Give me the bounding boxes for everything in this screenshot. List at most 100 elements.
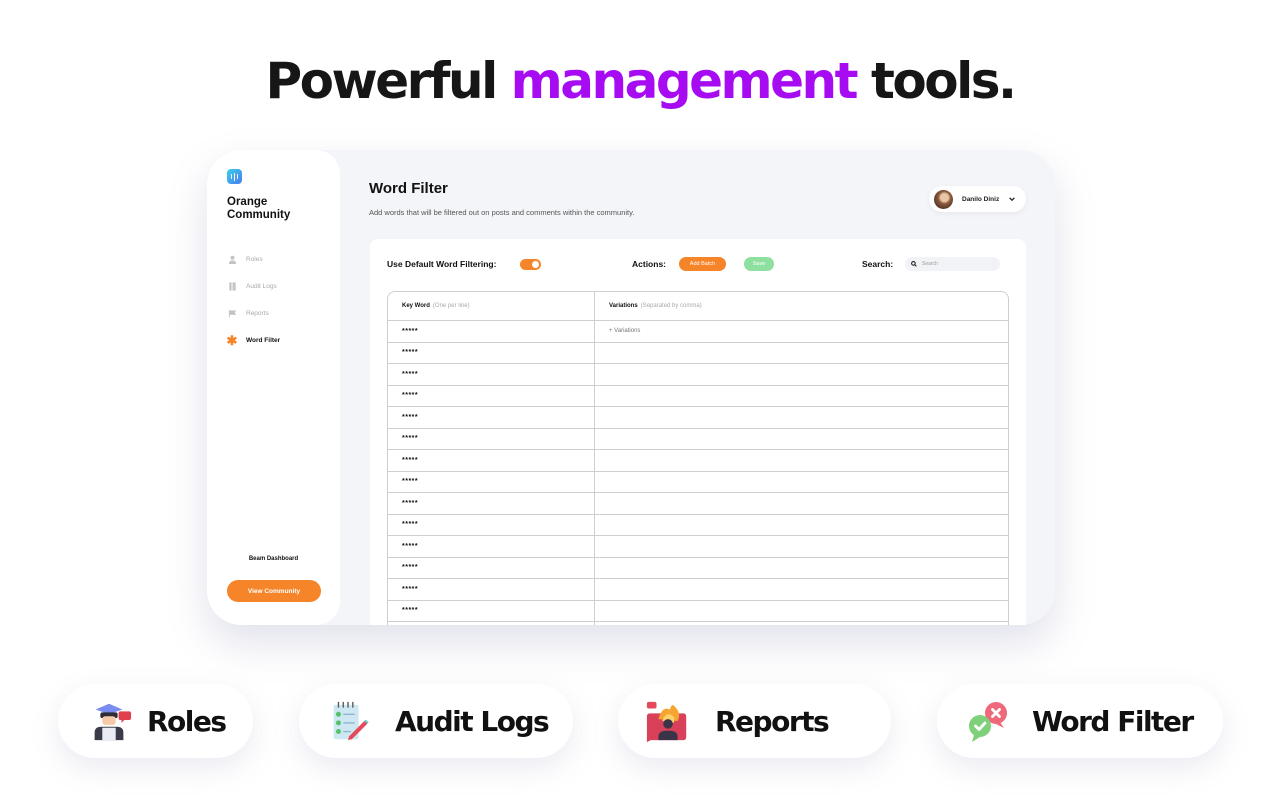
headline: Powerful management tools. <box>0 52 1280 110</box>
feature-reports: Reports <box>618 684 891 758</box>
word-filter-card: Use Default Word Filtering: Actions: Add… <box>370 239 1026 625</box>
book-icon <box>227 282 237 292</box>
variations-cell[interactable] <box>595 386 1008 407</box>
headline-text-start: Powerful <box>265 52 511 110</box>
column-title: Variations <box>609 303 638 309</box>
graduate-user-icon <box>85 697 133 745</box>
keyword-cell[interactable]: ***** <box>388 342 595 363</box>
headline-accent: management <box>510 52 859 110</box>
table-row[interactable]: ***** <box>388 385 1008 407</box>
column-header-keyword: Key Word (One per line) <box>388 292 595 320</box>
sidebar-item-word-filter[interactable]: ✱ Word Filter <box>226 327 281 354</box>
variations-cell[interactable] <box>595 515 1008 536</box>
actions-label: Actions: <box>632 259 666 269</box>
dashboard-label: Beam Dashboard <box>248 556 299 562</box>
table-row[interactable]: ***** <box>388 342 1008 364</box>
keyword-cell[interactable] <box>388 622 595 625</box>
keyword-value: ***** <box>402 585 419 593</box>
add-batch-button[interactable]: Add Batch <box>679 257 726 271</box>
avatar <box>934 189 953 209</box>
sidebar-item-audit-logs[interactable]: Audit Logs <box>227 273 280 300</box>
keyword-cell[interactable]: ***** <box>388 536 595 557</box>
table-row[interactable]: ***** <box>388 557 1008 579</box>
search-placeholder: Search <box>922 261 938 267</box>
search-icon <box>911 261 917 267</box>
keyword-value: ***** <box>402 521 419 529</box>
checklist-icon <box>325 697 373 745</box>
headline-text-end: tools. <box>856 52 1017 110</box>
variations-cell[interactable] <box>595 472 1008 493</box>
keyword-cell[interactable]: ***** <box>388 557 595 578</box>
table-row[interactable]: ***** <box>388 493 1008 515</box>
keyword-cell[interactable]: ***** <box>388 579 595 600</box>
feature-label: Reports <box>715 704 830 738</box>
keyword-value: ***** <box>402 542 419 550</box>
keyword-cell[interactable]: ***** <box>388 600 595 621</box>
variations-value: + Variations <box>609 328 641 335</box>
org-name-line1: Orange <box>227 196 268 208</box>
variations-cell[interactable] <box>595 536 1008 557</box>
sidebar-item-label: Word Filter <box>246 337 281 344</box>
variations-cell[interactable] <box>595 601 1008 622</box>
keyword-value: ***** <box>402 456 419 464</box>
keyword-cell[interactable]: ***** <box>388 407 595 428</box>
sidebar-item-label: Roles <box>246 256 263 263</box>
feature-label: Roles <box>147 704 227 738</box>
page-title: Word Filter <box>369 180 448 197</box>
sidebar: Orange Community Roles Audit Logs Report… <box>207 150 340 625</box>
sidebar-item-reports[interactable]: Reports <box>227 300 280 327</box>
save-button[interactable]: Save <box>744 257 774 271</box>
default-filter-toggle[interactable] <box>520 259 541 270</box>
keyword-cell[interactable]: ***** <box>388 514 595 535</box>
keyword-cell[interactable]: ***** <box>388 471 595 492</box>
view-community-button[interactable]: View Community <box>227 580 321 602</box>
search-label: Search: <box>862 259 894 269</box>
keyword-value: ***** <box>402 499 419 507</box>
variations-cell[interactable] <box>595 450 1008 471</box>
table-row[interactable]: ***** <box>388 407 1008 429</box>
keyword-value: ***** <box>402 349 419 357</box>
user-menu[interactable]: Danilo Diniz <box>929 186 1026 212</box>
variations-cell[interactable] <box>595 622 1008 625</box>
feature-audit-logs: Audit Logs <box>299 684 573 758</box>
org-name: Orange Community <box>227 196 290 222</box>
table-row[interactable]: ***** + Variations <box>388 321 1008 343</box>
table-row[interactable]: ***** <box>388 600 1008 622</box>
table-row[interactable]: ***** <box>388 428 1008 450</box>
feature-word-filter: Word Filter <box>937 684 1223 758</box>
chevron-down-icon <box>1009 197 1016 202</box>
sidebar-item-label: Audit Logs <box>246 283 277 290</box>
variations-cell[interactable] <box>595 558 1008 579</box>
table-row[interactable]: ***** <box>388 579 1008 601</box>
variations-cell[interactable]: + Variations <box>595 321 1008 342</box>
table-row[interactable] <box>388 622 1008 625</box>
table-row[interactable]: ***** <box>388 364 1008 386</box>
keyword-value: ***** <box>402 370 419 378</box>
column-hint: (One per line) <box>432 303 470 309</box>
keyword-cell[interactable]: ***** <box>388 364 595 385</box>
table-row[interactable]: ***** <box>388 514 1008 536</box>
variations-cell[interactable] <box>595 407 1008 428</box>
column-title: Key Word <box>402 303 430 309</box>
sidebar-item-roles[interactable]: Roles <box>227 246 280 273</box>
search-input[interactable]: Search <box>905 257 1000 271</box>
variations-cell[interactable] <box>595 429 1008 450</box>
keyword-value: ***** <box>402 607 419 615</box>
flag-icon <box>227 309 237 319</box>
keyword-cell[interactable]: ***** <box>388 321 595 342</box>
keyword-cell[interactable]: ***** <box>388 450 595 471</box>
variations-cell[interactable] <box>595 343 1008 364</box>
table-row[interactable]: ***** <box>388 536 1008 558</box>
keyword-cell[interactable]: ***** <box>388 385 595 406</box>
keyword-cell[interactable]: ***** <box>388 493 595 514</box>
variations-cell[interactable] <box>595 364 1008 385</box>
variations-cell[interactable] <box>595 493 1008 514</box>
table-row[interactable]: ***** <box>388 471 1008 493</box>
asterisk-icon: ✱ <box>226 332 238 348</box>
table-body: ***** + Variations ***** ***** ***** ***** ***… <box>388 321 1008 625</box>
user-name: Danilo Diniz <box>962 195 1000 203</box>
keyword-cell[interactable]: ***** <box>388 428 595 449</box>
table-row[interactable]: ***** <box>388 450 1008 472</box>
variations-cell[interactable] <box>595 579 1008 600</box>
word-filter-table: Key Word (One per line) Variations (Separa… <box>387 291 1009 625</box>
